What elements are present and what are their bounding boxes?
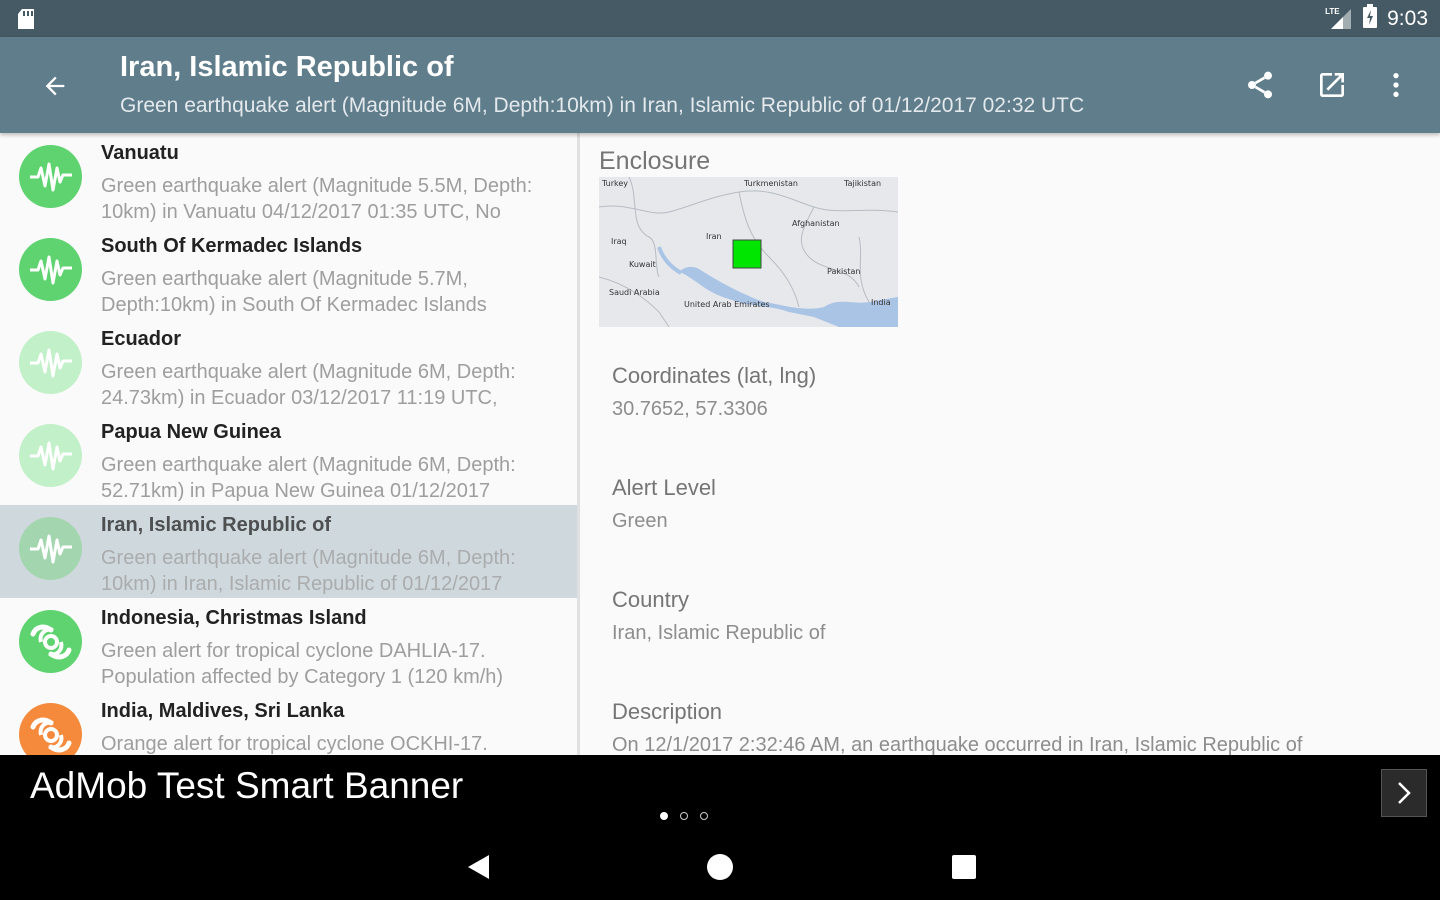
field-value: 30.7652, 57.3306 bbox=[612, 398, 768, 420]
map-image: Turkey Turkmenistan Tajikistan Afghanist… bbox=[599, 177, 898, 327]
clock: 9:03 bbox=[1387, 6, 1428, 30]
nav-home-icon bbox=[707, 854, 733, 880]
earthquake-icon bbox=[19, 145, 82, 208]
page-title: Iran, Islamic Republic of bbox=[120, 51, 454, 83]
map-label: Iraq bbox=[611, 237, 627, 246]
map-label: Kuwait bbox=[629, 260, 656, 269]
list-item-description: Green earthquake alert (Magnitude 5.7M, … bbox=[101, 268, 487, 316]
list-item-description: Green earthquake alert (Magnitude 6M, De… bbox=[101, 547, 516, 595]
field-label: Country bbox=[612, 587, 690, 612]
chevron-right-icon bbox=[1398, 782, 1411, 804]
signal-icon: LTE bbox=[1325, 7, 1353, 31]
epicenter-marker bbox=[732, 239, 762, 269]
nav-recents-icon bbox=[952, 855, 976, 879]
network-type-label: LTE bbox=[1325, 6, 1340, 16]
map-label: Afghanistan bbox=[792, 219, 840, 228]
list-item-description: Green earthquake alert (Magnitude 6M, De… bbox=[101, 361, 516, 409]
field-label: Alert Level bbox=[612, 475, 716, 500]
sd-card-icon bbox=[16, 8, 38, 35]
page-subtitle: Green earthquake alert (Magnitude 6M, De… bbox=[120, 94, 1085, 117]
field-value: On 12/1/2017 2:32:46 AM, an earthquake o… bbox=[612, 734, 1303, 755]
map-label: Turkey bbox=[601, 179, 628, 188]
open-in-new-icon bbox=[1320, 73, 1344, 97]
share-button[interactable] bbox=[1236, 61, 1284, 109]
alert-detail: Enclosure Turkey Turkmenistan Tajikistan… bbox=[580, 133, 1440, 755]
detail-field: Country Iran, Islamic Republic of bbox=[612, 587, 825, 645]
nav-back-icon bbox=[468, 855, 489, 879]
map-label: Tajikistan bbox=[843, 179, 881, 188]
open-external-button[interactable] bbox=[1308, 61, 1356, 109]
field-value: Iran, Islamic Republic of bbox=[612, 622, 826, 644]
nav-recents-button[interactable] bbox=[942, 845, 986, 889]
list-item[interactable]: Iran, Islamic Republic of Green earthquak… bbox=[0, 505, 577, 598]
list-item[interactable]: Ecuador Green earthquake alert (Magnitude… bbox=[0, 319, 577, 412]
cyclone-icon bbox=[19, 610, 82, 673]
list-item-title: Indonesia, Christmas Island bbox=[101, 607, 367, 629]
list-item[interactable]: Vanuatu Green earthquake alert (Magnitude… bbox=[0, 133, 577, 226]
list-item-title: India, Maldives, Sri Lanka bbox=[101, 700, 345, 722]
list-item-description: Green alert for tropical cyclone DAHLIA-… bbox=[101, 640, 504, 688]
list-item-title: South Of Kermadec Islands bbox=[101, 235, 363, 257]
earthquake-icon bbox=[19, 517, 82, 580]
list-item-description: Orange alert for tropical cyclone OCKHI-… bbox=[101, 733, 488, 755]
ad-banner[interactable]: AdMob Test Smart Banner bbox=[0, 755, 1440, 833]
map-label: Saudi Arabia bbox=[609, 288, 660, 297]
list-item[interactable]: Indonesia, Christmas Island Green alert f… bbox=[0, 598, 577, 691]
app-toolbar: Iran, Islamic Republic of Green earthqua… bbox=[0, 37, 1440, 133]
ad-page-indicator bbox=[660, 812, 708, 820]
detail-field: Description On 12/1/2017 2:32:46 AM, an e… bbox=[612, 699, 1302, 755]
ad-next-button[interactable] bbox=[1381, 769, 1427, 817]
page-dot bbox=[680, 812, 688, 820]
nav-home-button[interactable] bbox=[698, 845, 742, 889]
detail-field: Coordinates (lat, lng) 30.7652, 57.3306 bbox=[612, 363, 816, 421]
list-item-title: Ecuador bbox=[101, 328, 182, 350]
back-button[interactable] bbox=[32, 63, 78, 109]
enclosure-label: Enclosure bbox=[599, 147, 711, 175]
earthquake-icon bbox=[19, 424, 82, 487]
more-vert-icon bbox=[1393, 73, 1399, 97]
field-label: Description bbox=[612, 699, 723, 724]
list-item[interactable]: India, Maldives, Sri Lanka Orange alert f… bbox=[0, 691, 577, 755]
enclosure-map[interactable]: Turkey Turkmenistan Tajikistan Afghanist… bbox=[599, 177, 898, 327]
ad-text: AdMob Test Smart Banner bbox=[30, 765, 464, 806]
nav-back-button[interactable] bbox=[456, 845, 500, 889]
earthquake-icon bbox=[19, 331, 82, 394]
list-item[interactable]: Papua New Guinea Green earthquake alert (… bbox=[0, 412, 577, 505]
list-item-description: Green earthquake alert (Magnitude 5.5M, … bbox=[101, 175, 533, 223]
earthquake-icon bbox=[19, 238, 82, 301]
battery-icon bbox=[1363, 4, 1378, 33]
detail-field: Alert Level Green bbox=[612, 475, 716, 533]
map-label: Turkmenistan bbox=[743, 179, 798, 188]
arrow-back-icon bbox=[45, 76, 65, 96]
page-dot bbox=[700, 812, 708, 820]
list-item[interactable]: South Of Kermadec Islands Green earthquak… bbox=[0, 226, 577, 319]
map-label: Pakistan bbox=[827, 267, 861, 276]
list-item-description: Green earthquake alert (Magnitude 6M, De… bbox=[101, 454, 516, 502]
map-label: Iran bbox=[706, 232, 722, 241]
alert-list[interactable]: Vanuatu Green earthquake alert (Magnitude… bbox=[0, 133, 577, 755]
cyclone-icon bbox=[19, 703, 82, 755]
list-item-title: Vanuatu bbox=[101, 142, 179, 164]
page-dot bbox=[660, 812, 668, 820]
share-icon bbox=[1248, 71, 1272, 99]
field-value: Green bbox=[612, 510, 668, 532]
map-label: United Arab Emirates bbox=[684, 300, 770, 309]
list-item-title: Iran, Islamic Republic of bbox=[101, 514, 332, 536]
overflow-menu-button[interactable] bbox=[1372, 61, 1420, 109]
map-label: India bbox=[871, 298, 891, 307]
status-bar: LTE 9:03 bbox=[0, 0, 1440, 37]
system-nav-bar bbox=[0, 833, 1440, 900]
list-item-title: Papua New Guinea bbox=[101, 421, 282, 443]
field-label: Coordinates (lat, lng) bbox=[612, 363, 817, 388]
